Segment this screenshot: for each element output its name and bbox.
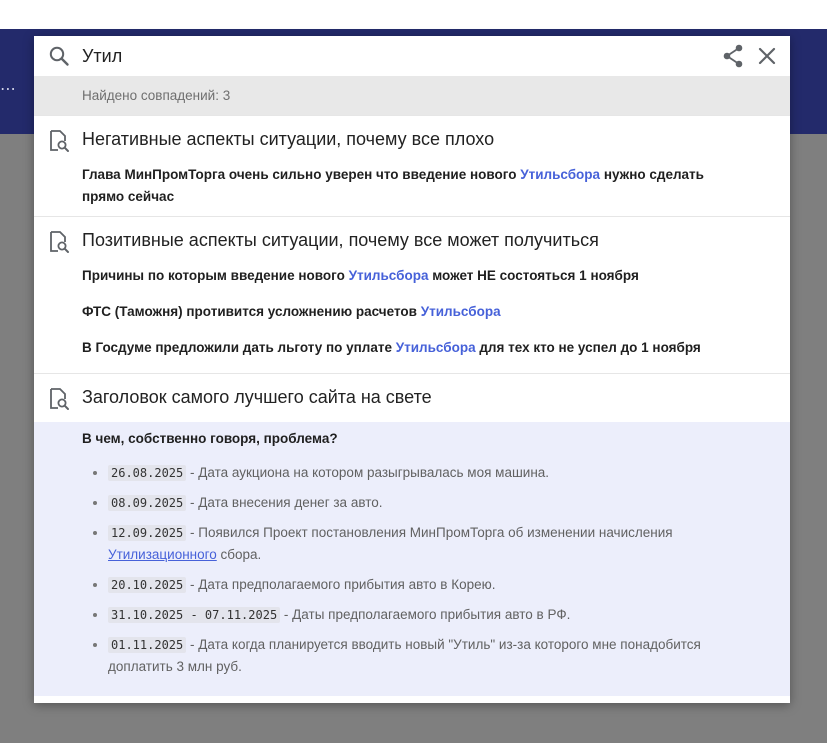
result-group-header[interactable]: Заголовок самого лучшего сайта на свете xyxy=(34,374,790,422)
item-text: - Дата предполагаемого прибытия авто в К… xyxy=(186,577,496,592)
date-code: 08.09.2025 xyxy=(108,495,187,511)
search-icon xyxy=(49,46,69,66)
document-search-icon xyxy=(50,231,69,253)
list-item: 01.11.2025 - Дата когда планируется ввод… xyxy=(108,634,742,678)
document-search-icon xyxy=(50,130,69,152)
item-text: - Появился Проект постановления МинПромТ… xyxy=(186,525,673,540)
result-group-title: Позитивные аспекты ситуации, почему все … xyxy=(82,230,599,250)
document-search-icon xyxy=(50,388,69,410)
search-hit[interactable]: Причины по которым введение нового Утиль… xyxy=(34,265,790,301)
date-code: 12.09.2025 xyxy=(108,525,187,541)
search-modal: Найдено совпадений: 3 Негативные аспекты… xyxy=(34,36,790,703)
result-group: Заголовок самого лучшего сайта на свете … xyxy=(34,373,790,696)
list-item: 08.09.2025 - Дата внесения денег за авто… xyxy=(108,492,742,514)
item-text: - Дата аукциона на котором разыгрывалась… xyxy=(186,465,550,480)
date-code: 20.10.2025 xyxy=(108,577,187,593)
date-code: 26.08.2025 xyxy=(108,465,187,481)
result-group: Негативные аспекты ситуации, почему все … xyxy=(34,115,790,216)
item-text: - Дата когда планируется вводить новый "… xyxy=(108,637,701,674)
search-hit[interactable]: ФТС (Таможня) противится усложнению расч… xyxy=(34,301,790,337)
search-input[interactable] xyxy=(82,43,642,69)
hit-text: может НЕ состояться 1 ноября xyxy=(428,268,639,283)
expanded-heading: В чем, собственно говоря, проблема? xyxy=(82,431,338,446)
result-group-title: Негативные аспекты ситуации, почему все … xyxy=(82,129,495,149)
search-hit[interactable]: Глава МинПромТорга очень сильно уверен ч… xyxy=(34,164,790,216)
hit-text: для тех кто не успел до 1 ноября xyxy=(475,340,701,355)
search-hit[interactable]: В Госдуме предложили дать льготу по упла… xyxy=(34,337,790,373)
match-count: Найдено совпадений: 3 xyxy=(34,76,790,115)
utilization-link[interactable]: Утилизационного xyxy=(108,547,217,562)
date-code: 01.11.2025 xyxy=(108,637,187,653)
hit-highlight: Утильсбора xyxy=(420,304,501,319)
hit-text: ФТС (Таможня) противится усложнению расч… xyxy=(82,304,421,319)
list-item: 26.08.2025 - Дата аукциона на котором ра… xyxy=(108,462,742,484)
timeline-list: 26.08.2025 - Дата аукциона на котором ра… xyxy=(82,462,742,678)
share-icon[interactable] xyxy=(721,43,745,69)
menu-dots-icon[interactable]: ⋯ xyxy=(0,79,17,99)
item-text: - Дата внесения денег за авто. xyxy=(186,495,383,510)
search-bar xyxy=(34,36,790,76)
page-top-bar xyxy=(0,0,827,30)
hit-text: Причины по которым введение нового xyxy=(82,268,349,283)
hit-text: В Госдуме предложили дать льготу по упла… xyxy=(82,340,396,355)
list-item: 31.10.2025 - 07.11.2025 - Даты предполаг… xyxy=(108,604,742,626)
result-group-header[interactable]: Позитивные аспекты ситуации, почему все … xyxy=(34,217,790,265)
result-group-header[interactable]: Негативные аспекты ситуации, почему все … xyxy=(34,116,790,164)
item-text: - Даты предполагаемого прибытия авто в Р… xyxy=(280,607,571,622)
expanded-result[interactable]: В чем, собственно говоря, проблема? 26.0… xyxy=(34,422,790,696)
list-item: 20.10.2025 - Дата предполагаемого прибыт… xyxy=(108,574,742,596)
result-group: Позитивные аспекты ситуации, почему все … xyxy=(34,216,790,373)
close-icon[interactable] xyxy=(755,44,779,68)
date-code: 31.10.2025 - 07.11.2025 xyxy=(108,607,281,623)
hit-highlight: Утильсбора xyxy=(395,340,476,355)
hit-text: Глава МинПромТорга очень сильно уверен ч… xyxy=(82,167,521,182)
item-text: сбора. xyxy=(216,547,262,562)
list-item: 12.09.2025 - Появился Проект постановлен… xyxy=(108,522,742,566)
hit-highlight: Утильсбора xyxy=(348,268,429,283)
hit-highlight: Утильсбора xyxy=(520,167,601,182)
result-group-title: Заголовок самого лучшего сайта на свете xyxy=(82,387,432,407)
